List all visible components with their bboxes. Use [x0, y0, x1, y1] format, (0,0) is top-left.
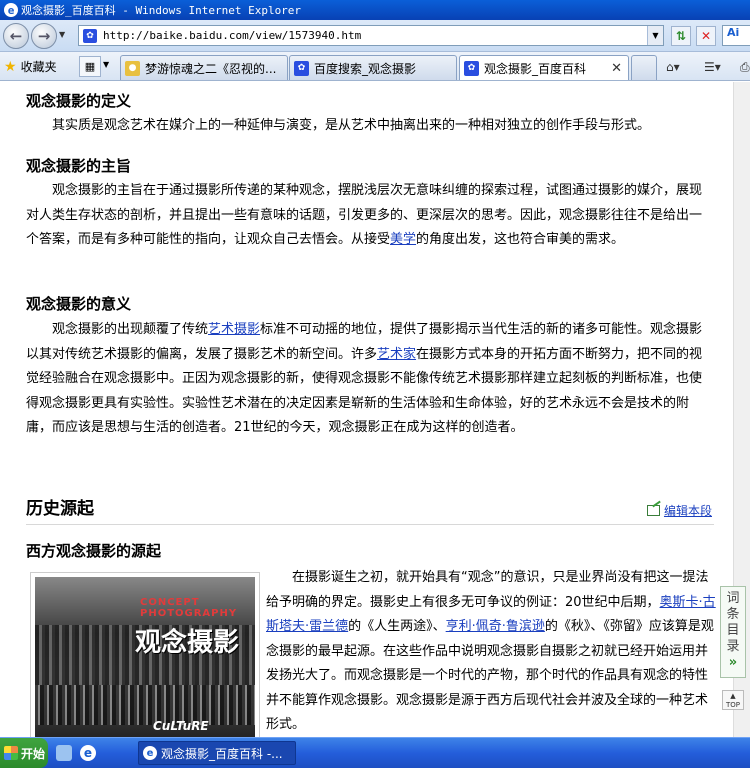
history-text-a: 在摄影诞生之初，就开始具有“观念”的意识，只是业界尚没有把这一提法给予明确的界定…: [266, 570, 709, 610]
taskbar-item-label: 观念摄影_百度百科 -...: [161, 746, 283, 761]
tab-label: 百度搜索_观念摄影: [314, 61, 417, 76]
tab-bar: ★ 收藏夹 ▦ ▼ ● 梦游惊魂之二《忍视的... ✿ 百度搜索_观念摄影 ✿ …: [0, 52, 750, 81]
edit-section-link[interactable]: 编辑本段: [646, 502, 712, 519]
section-heading-meaning: 观念摄影的意义: [26, 295, 132, 313]
start-button[interactable]: 开始: [0, 738, 48, 768]
section-divider: [26, 524, 714, 525]
section-heading-history: 历史源起: [26, 499, 94, 519]
tab-2[interactable]: ✿ 百度搜索_观念摄影: [289, 55, 457, 80]
ie-logo-icon: e: [4, 3, 18, 17]
toc-label: 词条目录: [726, 591, 740, 654]
print-icon[interactable]: ⎙: [740, 60, 750, 75]
meaning-text-a: 观念摄影的出现颠覆了传统: [52, 322, 209, 337]
photo-title-cn: 观念摄影: [135, 628, 240, 658]
taskbar-item-ie[interactable]: e 观念摄影_百度百科 -...: [138, 741, 296, 765]
link-art-photography[interactable]: 艺术摄影: [208, 322, 260, 337]
definition-text: 其实质是观念艺术在媒介上的一种延伸与演变，是从艺术中抽离出来的一种相对独立的创作…: [52, 118, 651, 133]
navigation-bar: ← → ▼ ✿ http://baike.baidu.com/view/1573…: [0, 20, 750, 52]
up-arrow-icon: ▲: [730, 692, 736, 700]
favorites-button[interactable]: ★ 收藏夹: [4, 58, 57, 75]
history-text-c: 的《秋》、《弥留》应该算是观念摄影的最早起源。在这些作品中说明观念摄影自摄影之初…: [266, 619, 714, 732]
back-to-top-button[interactable]: ▲ TOP: [722, 690, 744, 710]
stop-icon: ✕: [700, 29, 712, 43]
forward-button[interactable]: →: [31, 23, 57, 49]
tab-1[interactable]: ● 梦游惊魂之二《忍视的...: [120, 55, 288, 80]
tab-label: 观念摄影_百度百科: [484, 61, 587, 76]
section-heading-purpose: 观念摄影的主旨: [26, 157, 132, 175]
table-of-contents-button[interactable]: 词条目录 »: [720, 586, 746, 678]
search-provider-logo: Ai: [727, 26, 740, 39]
start-label: 开始: [21, 746, 46, 761]
link-aesthetics[interactable]: 美学: [390, 232, 416, 247]
home-icon[interactable]: ⌂▾: [666, 60, 680, 74]
window-title-bar: e 观念摄影_百度百科 - Windows Internet Explorer: [0, 0, 750, 20]
meaning-paragraph: 观念摄影的出现颠覆了传统艺术摄影标准不可动摇的地位，提供了摄影揭示当代生活的新的…: [26, 318, 714, 441]
quick-tabs-icon: ▦: [84, 60, 96, 73]
baidu-paw-icon: ✿: [464, 60, 479, 76]
baidu-paw-icon: ✿: [83, 28, 97, 43]
address-bar[interactable]: ✿ http://baike.baidu.com/view/1573940.ht…: [78, 25, 664, 46]
tab-favicon-icon: ●: [125, 60, 140, 76]
windows-flag-icon: [4, 746, 18, 760]
taskbar: 开始 e e 观念摄影_百度百科 -...: [0, 737, 750, 768]
stop-button[interactable]: ✕: [696, 26, 716, 46]
search-box[interactable]: Ai: [722, 25, 750, 46]
refresh-icon: ⇅: [675, 29, 687, 43]
history-paragraph: 在摄影诞生之初，就开始具有“观念”的意识，只是业界尚没有把这一提法给予明确的界定…: [266, 566, 716, 737]
section-heading-definition: 观念摄影的定义: [26, 92, 132, 110]
close-tab-icon[interactable]: ✕: [611, 61, 622, 76]
photo-title-en: CONCEPT PHOTOGRAPHY: [140, 597, 238, 619]
top-label: TOP: [725, 701, 740, 709]
tab-list-dropdown-icon[interactable]: ▼: [103, 60, 109, 69]
window-title: 观念摄影_百度百科 - Windows Internet Explorer: [21, 4, 302, 17]
quick-tabs-button[interactable]: ▦: [79, 56, 101, 77]
link-henry-peach-robinson[interactable]: 亨利·佩奇·鲁滨逊: [446, 619, 545, 634]
concept-photography-book-cover-image: CONCEPT PHOTOGRAPHY 观念摄影 CuLTuRE: [35, 577, 255, 737]
refresh-button[interactable]: ⇅: [671, 26, 691, 46]
back-arrow-icon: ←: [9, 27, 23, 45]
recent-pages-dropdown-icon[interactable]: ▼: [59, 30, 65, 39]
article-photo[interactable]: CONCEPT PHOTOGRAPHY 观念摄影 CuLTuRE: [30, 572, 260, 737]
page-content: 观念摄影的定义 其实质是观念艺术在媒介上的一种延伸与演变，是从艺术中抽离出来的一…: [0, 82, 750, 737]
subsection-heading-western-origin: 西方观念摄影的源起: [26, 542, 162, 560]
favorites-star-icon: ★: [4, 58, 17, 75]
expand-chevron-icon: »: [728, 655, 738, 670]
tab-3-active[interactable]: ✿ 观念摄影_百度百科 ✕: [459, 55, 629, 80]
favorites-label: 收藏夹: [20, 60, 57, 74]
ie-logo-icon: e: [143, 746, 157, 760]
new-tab-button[interactable]: [631, 55, 657, 80]
history-text-b: 的《人生两途》、: [348, 619, 446, 634]
ie-quicklaunch-icon[interactable]: e: [80, 745, 96, 761]
address-url[interactable]: http://baike.baidu.com/view/1573940.htm: [103, 29, 361, 42]
address-dropdown-icon[interactable]: ▼: [647, 26, 663, 45]
purpose-text-b: 的角度出发，这也符合审美的需求。: [416, 232, 625, 247]
edit-icon: [646, 505, 660, 516]
tab-label: 梦游惊魂之二《忍视的...: [145, 61, 277, 76]
forward-arrow-icon: →: [37, 27, 51, 45]
link-artist[interactable]: 艺术家: [377, 347, 416, 362]
show-desktop-icon[interactable]: [56, 745, 72, 761]
photo-brand: CuLTuRE: [153, 719, 209, 733]
feeds-icon[interactable]: ☰▾: [704, 60, 721, 74]
baidu-paw-icon: ✿: [294, 60, 309, 76]
purpose-paragraph: 观念摄影的主旨在于通过摄影所传递的某种观念，摆脱浅层次无意味纠缠的探索过程，试图…: [26, 179, 714, 253]
back-button[interactable]: ←: [3, 23, 29, 49]
edit-label: 编辑本段: [663, 504, 712, 518]
